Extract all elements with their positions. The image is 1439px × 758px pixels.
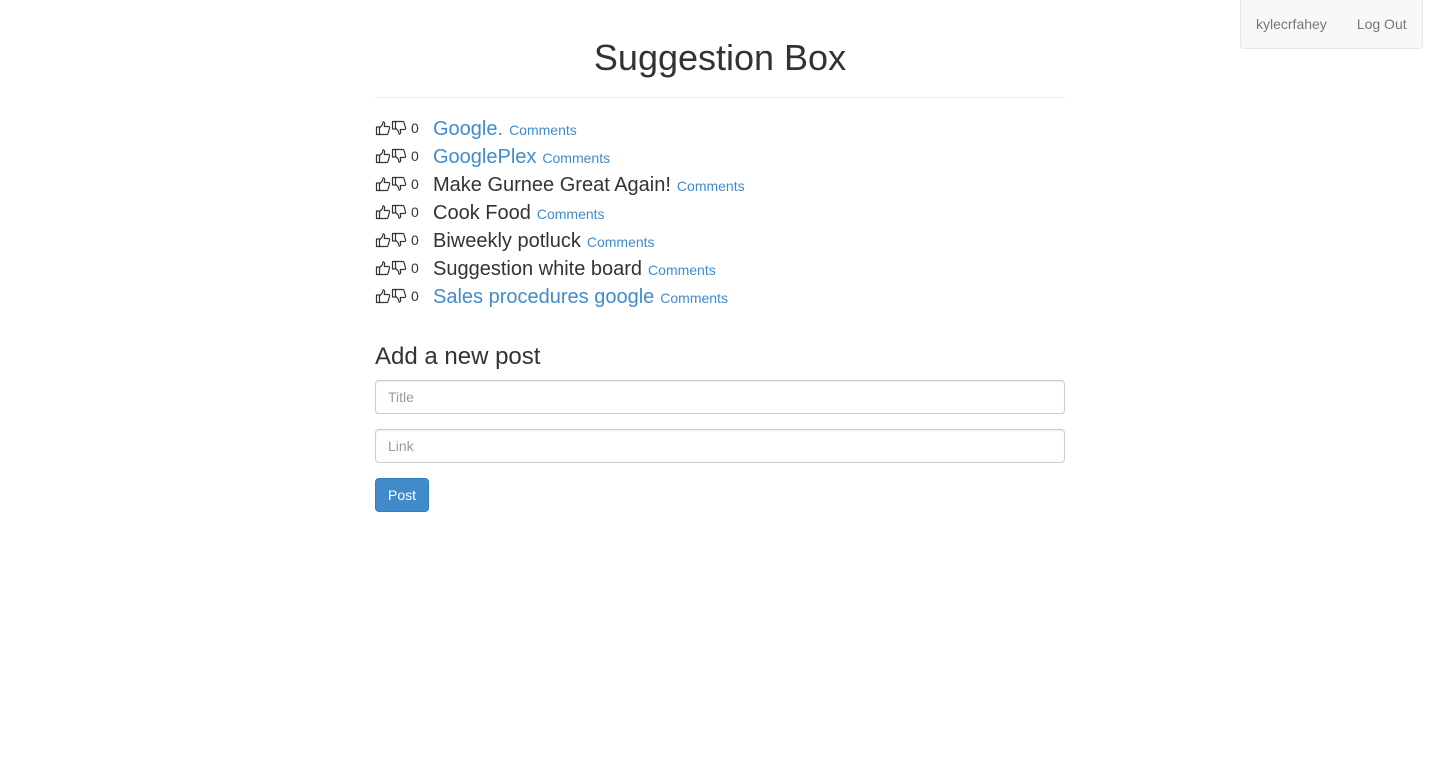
post-button[interactable]: Post [375,478,430,512]
comments-link[interactable]: Comments [677,178,745,194]
comments-link[interactable]: Comments [648,262,716,278]
thumbs-down-icon[interactable] [391,232,407,248]
post-title: Make Gurnee Great Again! [433,174,671,196]
post-title[interactable]: GooglePlex [433,146,536,169]
new-post-heading: Add a new post [375,343,541,370]
post-item: 0 Cook Food Comments [375,202,745,230]
username-link[interactable]: kylecrfahey [1256,16,1327,32]
vote-controls: 0 [375,176,433,192]
main-container: Suggestion Box 0 Google. Comments 0 GooglePl… [375,0,1065,512]
post-title[interactable]: Sales procedures google [433,286,654,309]
vote-count: 0 [411,288,419,304]
thumbs-up-icon[interactable] [375,148,391,164]
post-list: 0 Google. Comments 0 GooglePlex Comments 0 Make… [375,118,745,314]
thumbs-down-icon[interactable] [391,288,407,304]
vote-controls: 0 [375,232,433,248]
comments-link[interactable]: Comments [537,206,605,222]
comments-link[interactable]: Comments [509,122,577,138]
vote-count: 0 [411,120,419,136]
post-title: Suggestion white board [433,258,643,280]
vote-count: 0 [411,176,419,192]
post-item: 0 Google. Comments [375,118,745,146]
vote-controls: 0 [375,148,433,164]
logout-link[interactable]: Log Out [1357,16,1407,32]
thumbs-down-icon[interactable] [391,120,407,136]
vote-controls: 0 [375,120,433,136]
thumbs-down-icon[interactable] [391,204,407,220]
thumbs-down-icon[interactable] [391,176,407,192]
user-nav: kylecrfahey Log Out [1240,0,1423,49]
post-title: Cook Food [433,202,531,224]
thumbs-down-icon[interactable] [391,260,407,276]
post-item: 0 Make Gurnee Great Again! Comments [375,174,745,202]
title-input[interactable] [375,380,1065,414]
vote-count: 0 [411,148,419,164]
thumbs-up-icon[interactable] [375,176,391,192]
thumbs-down-icon[interactable] [391,148,407,164]
thumbs-up-icon[interactable] [375,204,391,220]
thumbs-up-icon[interactable] [375,260,391,276]
thumbs-up-icon[interactable] [375,232,391,248]
post-item: 0 GooglePlex Comments [375,146,745,174]
page-title: Suggestion Box [375,0,1065,98]
vote-controls: 0 [375,260,433,276]
post-title[interactable]: Google. [433,118,503,141]
post-item: 0 Suggestion white board Comments [375,258,745,286]
thumbs-up-icon[interactable] [375,288,391,304]
comments-link[interactable]: Comments [660,290,728,306]
vote-controls: 0 [375,288,433,304]
thumbs-up-icon[interactable] [375,120,391,136]
post-title: Biweekly potluck [433,230,581,252]
vote-count: 0 [411,260,419,276]
post-item: 0 Sales procedures google Comments [375,286,745,314]
comments-link[interactable]: Comments [542,150,610,166]
post-item: 0 Biweekly potluck Comments [375,230,745,258]
vote-count: 0 [411,232,419,248]
link-input[interactable] [375,429,1065,463]
vote-count: 0 [411,204,419,220]
comments-link[interactable]: Comments [587,234,655,250]
vote-controls: 0 [375,204,433,220]
